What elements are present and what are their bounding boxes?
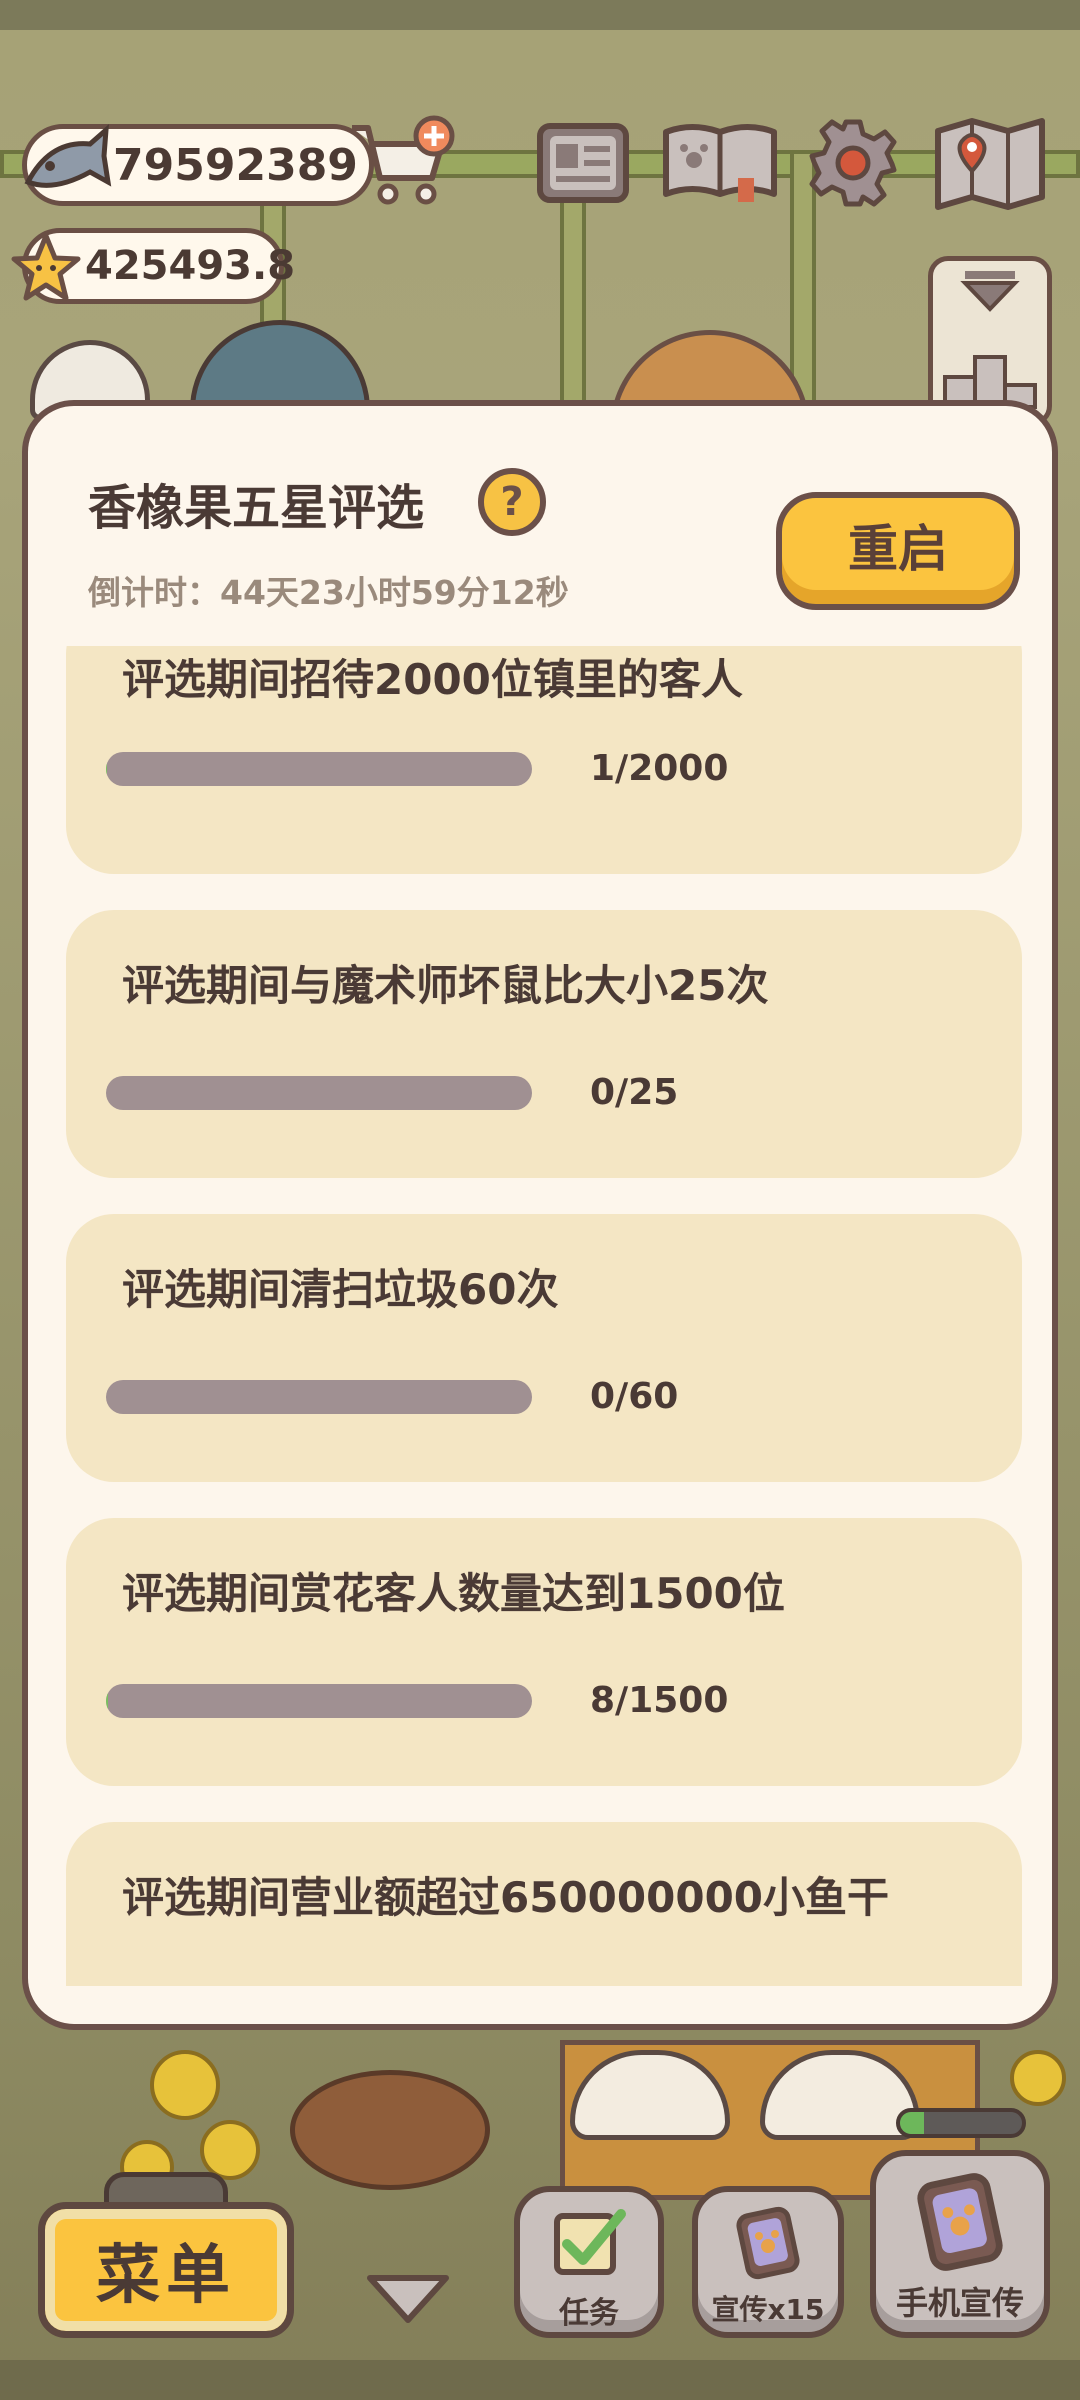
settings-button[interactable] (806, 118, 900, 208)
menu-label: 菜单 (96, 2239, 236, 2313)
task-title: 评选期间营业额超过650000000小鱼干 (122, 1873, 890, 1922)
star-currency-amount: 425493.8 (85, 243, 296, 289)
ranking-icon (943, 271, 1037, 409)
task-title: 评选期间清扫垃圾60次 (122, 1265, 559, 1314)
newspaper-button[interactable] (534, 118, 632, 208)
task-card: 评选期间赏花客人数量达到1500位 8/1500 (66, 1518, 1022, 1786)
promo-meter (896, 2108, 1026, 2138)
fish-currency-amount: 79592389 (113, 139, 358, 191)
task-list[interactable]: 评选期间招待2000位镇里的客人 1/2000 评选期间与魔术师坏鼠比大小25次… (66, 646, 1022, 1986)
promo-button-label: 宣传x15 (711, 2293, 825, 2326)
fish-icon (20, 122, 112, 208)
cart-add-icon[interactable] (346, 114, 456, 214)
task-button[interactable]: 任务 (514, 2186, 664, 2338)
countdown-text: 倒计时：44天23小时59分12秒 (88, 573, 569, 612)
menu-button[interactable]: 菜单 (38, 2202, 294, 2338)
chevron-down-icon (367, 2275, 449, 2323)
question-icon[interactable]: ? (478, 468, 546, 536)
five-star-selection-dialog: 香橡果五星评选 ? 倒计时：44天23小时59分12秒 重启 评选期间招待200… (22, 400, 1058, 2030)
collapse-button[interactable] (362, 2268, 454, 2328)
task-progress-text: 0/60 (590, 1376, 679, 1417)
paw-book-button[interactable] (660, 118, 780, 208)
task-progress-text: 8/1500 (590, 1680, 729, 1721)
gear-icon (809, 119, 897, 207)
task-card: 评选期间营业额超过650000000小鱼干 (66, 1822, 1022, 1986)
dialog-title: 香橡果五星评选 (88, 480, 425, 536)
phone-paw-icon (736, 2206, 800, 2280)
task-card: 评选期间清扫垃圾60次 0/60 (66, 1214, 1022, 1482)
task-progress-bar (106, 752, 532, 786)
promo-button[interactable]: 宣传x15 (692, 2186, 844, 2338)
newspaper-icon (537, 123, 629, 203)
task-title: 评选期间招待2000位镇里的客人 (122, 655, 743, 704)
task-progress-text: 0/25 (590, 1072, 679, 1113)
phone-promo-button-label: 手机宣传 (895, 2284, 1024, 2322)
star-icon (10, 232, 82, 304)
phone-promo-button[interactable]: 手机宣传 (870, 2150, 1050, 2338)
task-card: 评选期间与魔术师坏鼠比大小25次 0/25 (66, 910, 1022, 1178)
paw-book-icon (663, 124, 777, 202)
map-button[interactable] (932, 118, 1048, 210)
task-progress-bar (106, 1076, 532, 1110)
task-progress-bar (106, 1380, 532, 1414)
task-progress-text: 1/2000 (590, 748, 729, 789)
task-button-label: 任务 (559, 2296, 619, 2331)
restart-button[interactable]: 重启 (776, 492, 1020, 610)
map-pin-icon (935, 118, 1045, 210)
task-title: 评选期间与魔术师坏鼠比大小25次 (122, 961, 769, 1010)
task-card: 评选期间招待2000位镇里的客人 1/2000 (66, 646, 1022, 874)
phone-paw-icon (917, 2173, 1003, 2271)
task-title: 评选期间赏花客人数量达到1500位 (122, 1569, 785, 1618)
task-progress-bar (106, 1684, 532, 1718)
checklist-icon (554, 2209, 626, 2275)
